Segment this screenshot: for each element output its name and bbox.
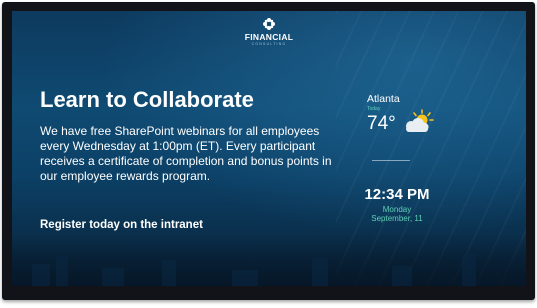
background-skyline <box>12 234 526 286</box>
display-bezel: FINANCIAL CONSULTING Learn to Collaborat… <box>2 2 535 300</box>
signage-screen: FINANCIAL CONSULTING Learn to Collaborat… <box>12 11 526 286</box>
weather-temperature: 74° <box>367 113 396 134</box>
weather-clock-divider <box>372 160 410 161</box>
announcement-body: We have free SharePoint webinars for all… <box>40 124 332 183</box>
clock-widget: 12:34 PM Monday September, 11 <box>352 186 442 223</box>
weather-temperature-row: 74° <box>367 109 487 136</box>
clock-day: Monday <box>382 205 412 214</box>
clock-time: 12:34 PM <box>364 186 430 203</box>
company-logo: FINANCIAL CONSULTING <box>239 17 299 46</box>
partly-cloudy-icon <box>406 109 434 132</box>
announcement-headline: Learn to Collaborate <box>40 87 254 112</box>
announcement-call-to-action: Register today on the intranet <box>40 219 203 231</box>
logo-wordmark: FINANCIAL <box>244 32 294 42</box>
weather-city: Atlanta <box>367 93 400 105</box>
clock-date: September, 11 <box>371 214 423 223</box>
logo-tagline: CONSULTING <box>251 42 287 46</box>
logo-flower-icon <box>263 18 275 30</box>
weather-widget: Atlanta Today 74° <box>367 93 487 136</box>
